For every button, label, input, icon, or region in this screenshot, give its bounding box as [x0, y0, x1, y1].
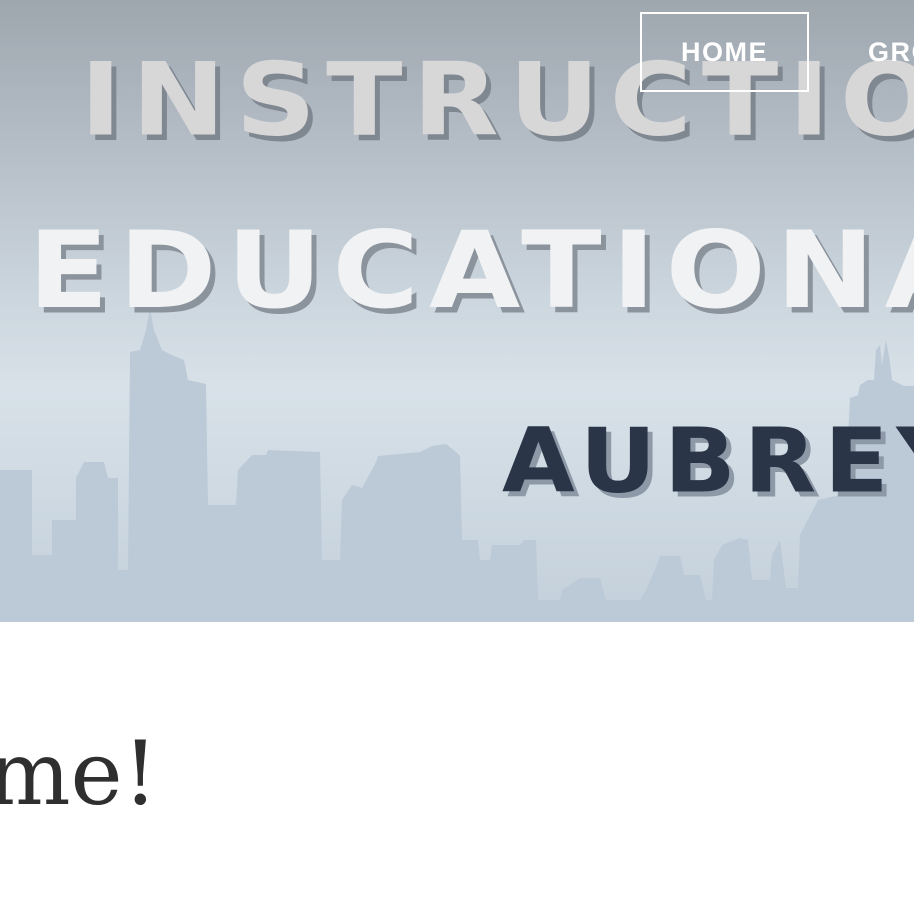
- main-content: Welcome!: [0, 622, 914, 914]
- header-banner: Instructiona Educational T Aubrey A HOME…: [0, 0, 914, 622]
- welcome-heading: Welcome!: [0, 722, 158, 825]
- banner-author-name: Aubrey A: [502, 410, 914, 514]
- banner-title-line2: Educational T: [28, 208, 914, 333]
- nav-link-home[interactable]: HOME: [640, 12, 809, 92]
- main-navigation: HOME GROUPS: [0, 0, 914, 110]
- nav-link-groups[interactable]: GROUPS: [868, 12, 914, 92]
- page: Instructiona Educational T Aubrey A HOME…: [0, 0, 914, 914]
